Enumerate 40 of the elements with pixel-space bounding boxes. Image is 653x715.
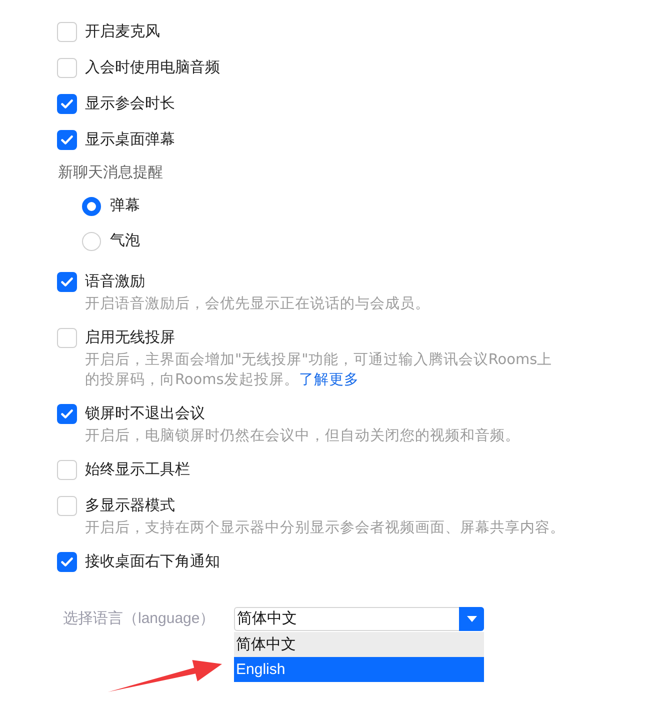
caret-down-icon — [466, 616, 476, 622]
language-label: 选择语言（language） — [63, 609, 216, 629]
setting-description: 开启后，支持在两个显示器中分别显示参会者视频画面、屏幕共享内容。 — [85, 518, 565, 538]
checkbox-label: 开启麦克风 — [85, 22, 160, 42]
checkmark-icon — [61, 99, 73, 109]
setting-description: 开启语音激励后，会优先显示正在说话的与会成员。 — [85, 294, 431, 314]
checkmark-icon — [61, 409, 73, 419]
radio-button[interactable] — [82, 196, 101, 216]
checkbox-label: 启用无线投屏 — [85, 328, 175, 348]
checkbox[interactable] — [57, 22, 77, 42]
language-select[interactable]: 简体中文 — [234, 607, 484, 631]
checkbox[interactable] — [57, 130, 77, 150]
setting-description: 开启后，主界面会增加"无线投屏"功能，可通过输入腾讯会议Rooms上的投屏码，向Rooms发起投屏。了解更多 — [85, 350, 554, 390]
checkbox[interactable] — [57, 460, 77, 480]
checkbox-label: 始终显示工具栏 — [85, 460, 190, 480]
checkbox[interactable] — [57, 272, 77, 292]
checkbox-label: 锁屏时不退出会议 — [85, 404, 205, 424]
checkbox[interactable] — [57, 58, 77, 78]
checkbox-label: 显示参会时长 — [85, 94, 175, 114]
checkmark-icon — [61, 277, 73, 287]
section-label: 新聊天消息提醒 — [58, 163, 163, 183]
learn-more-link[interactable]: 了解更多 — [298, 372, 359, 388]
checkbox[interactable] — [57, 404, 77, 424]
checkbox[interactable] — [57, 328, 77, 348]
checkbox[interactable] — [57, 94, 77, 114]
radio-label: 弹幕 — [110, 196, 140, 216]
checkbox-label: 入会时使用电脑音频 — [85, 58, 220, 78]
dropdown-option[interactable]: English — [234, 657, 484, 682]
checkbox-label: 显示桌面弹幕 — [85, 130, 175, 150]
dropdown-button[interactable] — [459, 607, 484, 631]
radio-label: 气泡 — [110, 231, 140, 251]
checkbox-label: 接收桌面右下角通知 — [85, 552, 220, 572]
checkbox[interactable] — [57, 552, 77, 572]
dropdown-option[interactable]: 简体中文 — [234, 632, 484, 657]
checkbox-label: 多显示器模式 — [85, 496, 175, 516]
checkmark-icon — [61, 557, 73, 567]
checkbox-label: 语音激励 — [85, 272, 145, 292]
setting-description: 开启后，电脑锁屏时仍然在会议中，但自动关闭您的视频和音频。 — [85, 426, 521, 446]
checkmark-icon — [61, 135, 73, 145]
checkbox[interactable] — [57, 496, 77, 516]
